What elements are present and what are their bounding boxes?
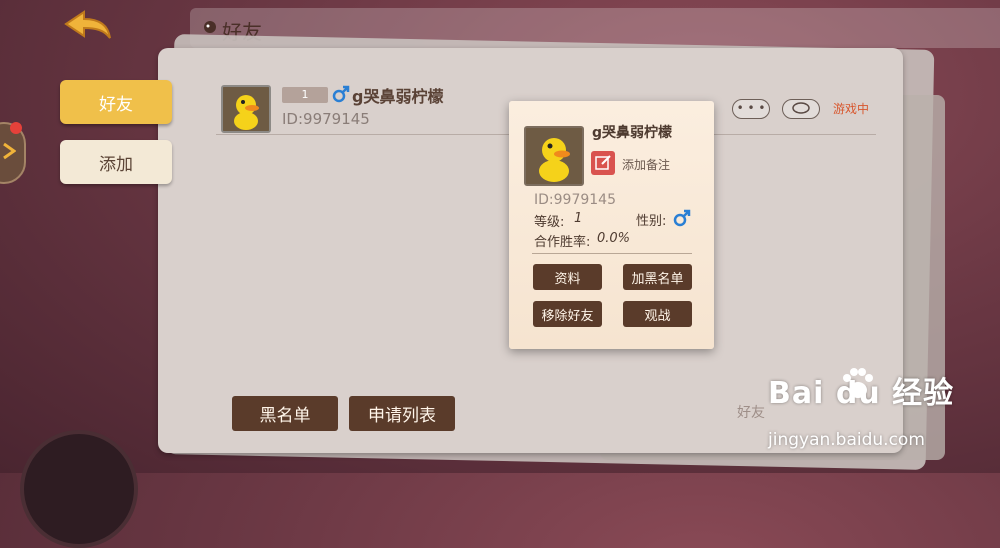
blacklist-button[interactable]: 黑名单 — [232, 396, 338, 431]
status-label: 游戏中 — [833, 102, 870, 116]
chevron-right-icon — [3, 142, 16, 160]
watermark-url: jingyan.baidu.com — [768, 430, 925, 450]
friend-id: ID:9979145 — [282, 110, 370, 128]
remove-friend-button[interactable]: 移除好友 — [533, 301, 602, 327]
paw-icon — [843, 368, 873, 398]
add-blacklist-button[interactable]: 加黑名单 — [623, 264, 692, 290]
tab-add[interactable]: 添加 — [60, 140, 172, 184]
pencil-icon — [595, 155, 611, 170]
spectate-button[interactable]: 观战 — [623, 301, 692, 327]
back-arrow-icon[interactable] — [62, 10, 114, 42]
chat-button[interactable] — [782, 99, 820, 119]
requests-button[interactable]: 申请列表 — [349, 396, 455, 431]
edit-icon[interactable] — [591, 151, 615, 175]
divider — [532, 253, 692, 254]
level-badge: 1 — [282, 87, 328, 103]
level-value: 1 — [574, 211, 583, 226]
profile-button[interactable]: 资料 — [533, 264, 602, 290]
popup-name: g哭鼻弱柠檬 — [592, 125, 673, 141]
add-note-label[interactable]: 添加备注 — [622, 156, 670, 173]
corner-decoration — [20, 430, 138, 548]
avatar[interactable] — [221, 85, 271, 133]
friend-name: g哭鼻弱柠檬 — [352, 87, 444, 106]
popup-id: ID:9979145 — [534, 192, 616, 208]
popup-avatar — [524, 126, 584, 186]
chat-bubble-icon — [792, 102, 810, 114]
male-icon — [332, 85, 350, 103]
gender-label: 性别: — [636, 214, 667, 229]
duck-avatar-image — [223, 87, 269, 131]
male-icon — [673, 209, 691, 227]
winrate-value: 0.0% — [597, 231, 631, 246]
friend-count-label: 好友 — [737, 405, 765, 421]
winrate-label: 合作胜率: — [534, 235, 591, 250]
level-label: 等级: — [534, 215, 565, 230]
more-button[interactable]: • • • — [732, 99, 770, 119]
tab-friends[interactable]: 好友 — [60, 80, 172, 124]
duck-avatar-image — [526, 128, 582, 184]
notification-dot — [10, 122, 22, 134]
friend-icon — [204, 21, 216, 33]
